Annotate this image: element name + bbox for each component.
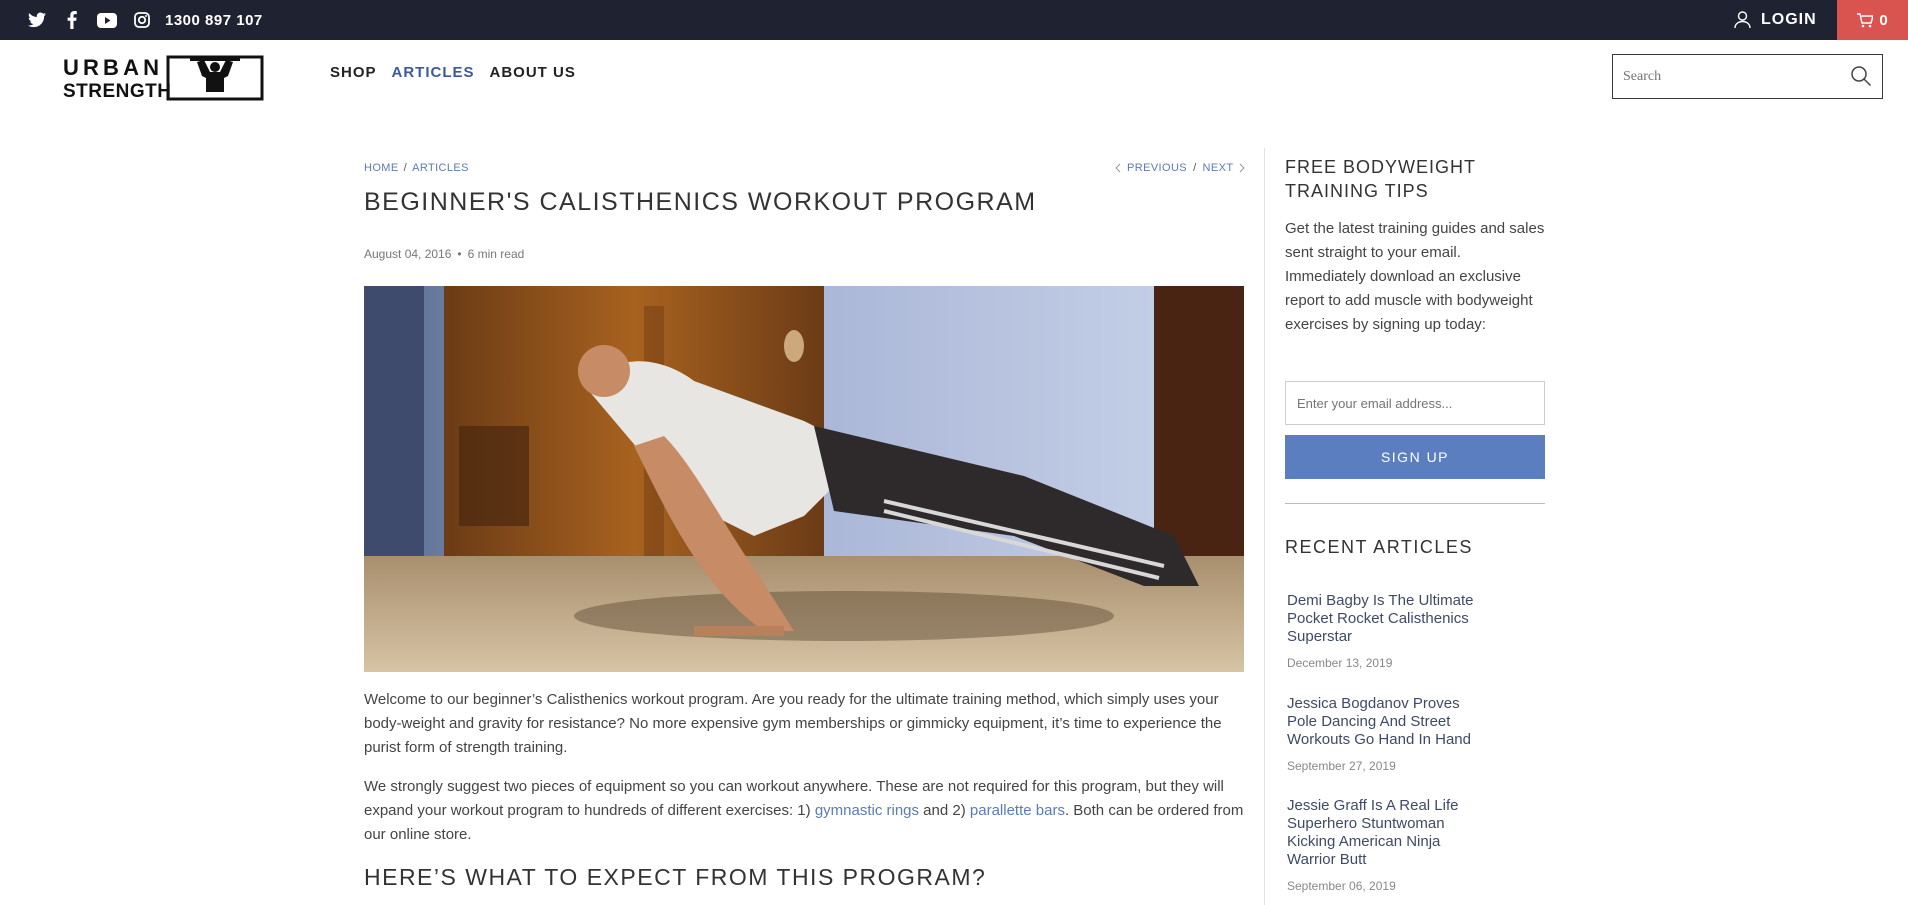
sidebar-rule [1285,503,1545,504]
hero-image-pushup [364,286,1244,672]
login-label: LOGIN [1761,11,1817,28]
newsletter-email-wrapper [1285,381,1545,425]
facebook-icon[interactable] [61,9,83,31]
breadcrumb-articles[interactable]: ARTICLES [412,162,469,174]
top-bar: 1300 897 107 LOGIN 0 [0,0,1908,40]
gymnastic-rings-link[interactable]: gymnastic rings [815,802,919,819]
meta-dot: • [457,247,462,261]
login-link[interactable]: LOGIN [1734,0,1817,40]
email-field[interactable] [1286,382,1544,424]
recent-article-date: September 06, 2019 [1287,879,1396,893]
article-date: August 04, 2016 [364,247,452,261]
read-time: 6 min read [467,247,525,261]
equipment-paragraph: We strongly suggest two pieces of equipm… [364,775,1244,847]
recent-article-date: September 27, 2019 [1287,759,1396,773]
nav-about-us[interactable]: ABOUT US [490,64,576,81]
search-box [1612,54,1883,99]
chevron-left-icon [1115,163,1121,173]
search-icon[interactable] [1850,65,1872,92]
youtube-icon[interactable] [96,9,118,31]
breadcrumb: HOME / ARTICLES [364,162,469,174]
next-link[interactable]: NEXT [1203,162,1234,174]
cart-icon [1857,12,1874,27]
twitter-icon[interactable] [26,9,48,31]
cart-button[interactable]: 0 [1837,0,1908,40]
cart-count: 0 [1879,11,1888,29]
sidebar-divider [1264,148,1265,905]
social-links [26,0,166,40]
article-title: BEGINNER'S CALISTHENICS WORKOUT PROGRAM [364,188,1037,216]
logo-word-strength: STRENGTH [63,81,171,102]
parallette-bars-link[interactable]: parallette bars [970,802,1065,819]
breadcrumb-home[interactable]: HOME [364,162,399,174]
article-pager: PREVIOUS / NEXT [1114,162,1246,174]
search-input[interactable] [1613,55,1833,98]
section-heading: HERE’S WHAT TO EXPECT FROM THIS PROGRAM? [364,864,987,890]
previous-link[interactable]: PREVIOUS [1127,162,1187,174]
article-meta: August 04, 2016 • 6 min read [364,247,524,261]
nav-shop[interactable]: SHOP [330,64,377,81]
chevron-right-icon [1240,163,1246,173]
sign-up-button[interactable]: SIGN UP [1285,435,1545,479]
site-logo[interactable]: URBAN STRENGTH [62,54,264,102]
recent-articles-title: RECENT ARTICLES [1285,537,1473,557]
recent-article-item[interactable]: Jessica Bogdanov Proves Pole Dancing And… [1287,695,1492,773]
recent-article-title[interactable]: Jessica Bogdanov Proves Pole Dancing And… [1287,695,1492,749]
intro-paragraph: Welcome to our beginner’s Calisthenics w… [364,691,1222,756]
recent-article-title[interactable]: Demi Bagby Is The Ultimate Pocket Rocket… [1287,592,1492,646]
main-nav: SHOP ARTICLES ABOUT US [330,64,591,81]
pager-separator: / [1193,162,1197,174]
nav-articles[interactable]: ARTICLES [392,64,475,81]
recent-article-date: December 13, 2019 [1287,656,1393,670]
newsletter-text: Get the latest training guides and sales… [1285,220,1545,333]
instagram-icon[interactable] [131,9,153,31]
recent-article-title[interactable]: Jessie Graff Is A Real Life Superhero St… [1287,797,1492,869]
p2-text-middle: and 2) [919,802,970,819]
newsletter-title: FREE BODYWEIGHT TRAINING TIPS [1285,157,1476,201]
phone-number[interactable]: 1300 897 107 [165,12,263,29]
recent-article-item[interactable]: Jessie Graff Is A Real Life Superhero St… [1287,797,1492,893]
user-icon [1734,11,1751,29]
breadcrumb-separator: / [403,162,408,174]
logo-word-urban: URBAN [63,55,159,80]
recent-article-item[interactable]: Demi Bagby Is The Ultimate Pocket Rocket… [1287,592,1492,670]
